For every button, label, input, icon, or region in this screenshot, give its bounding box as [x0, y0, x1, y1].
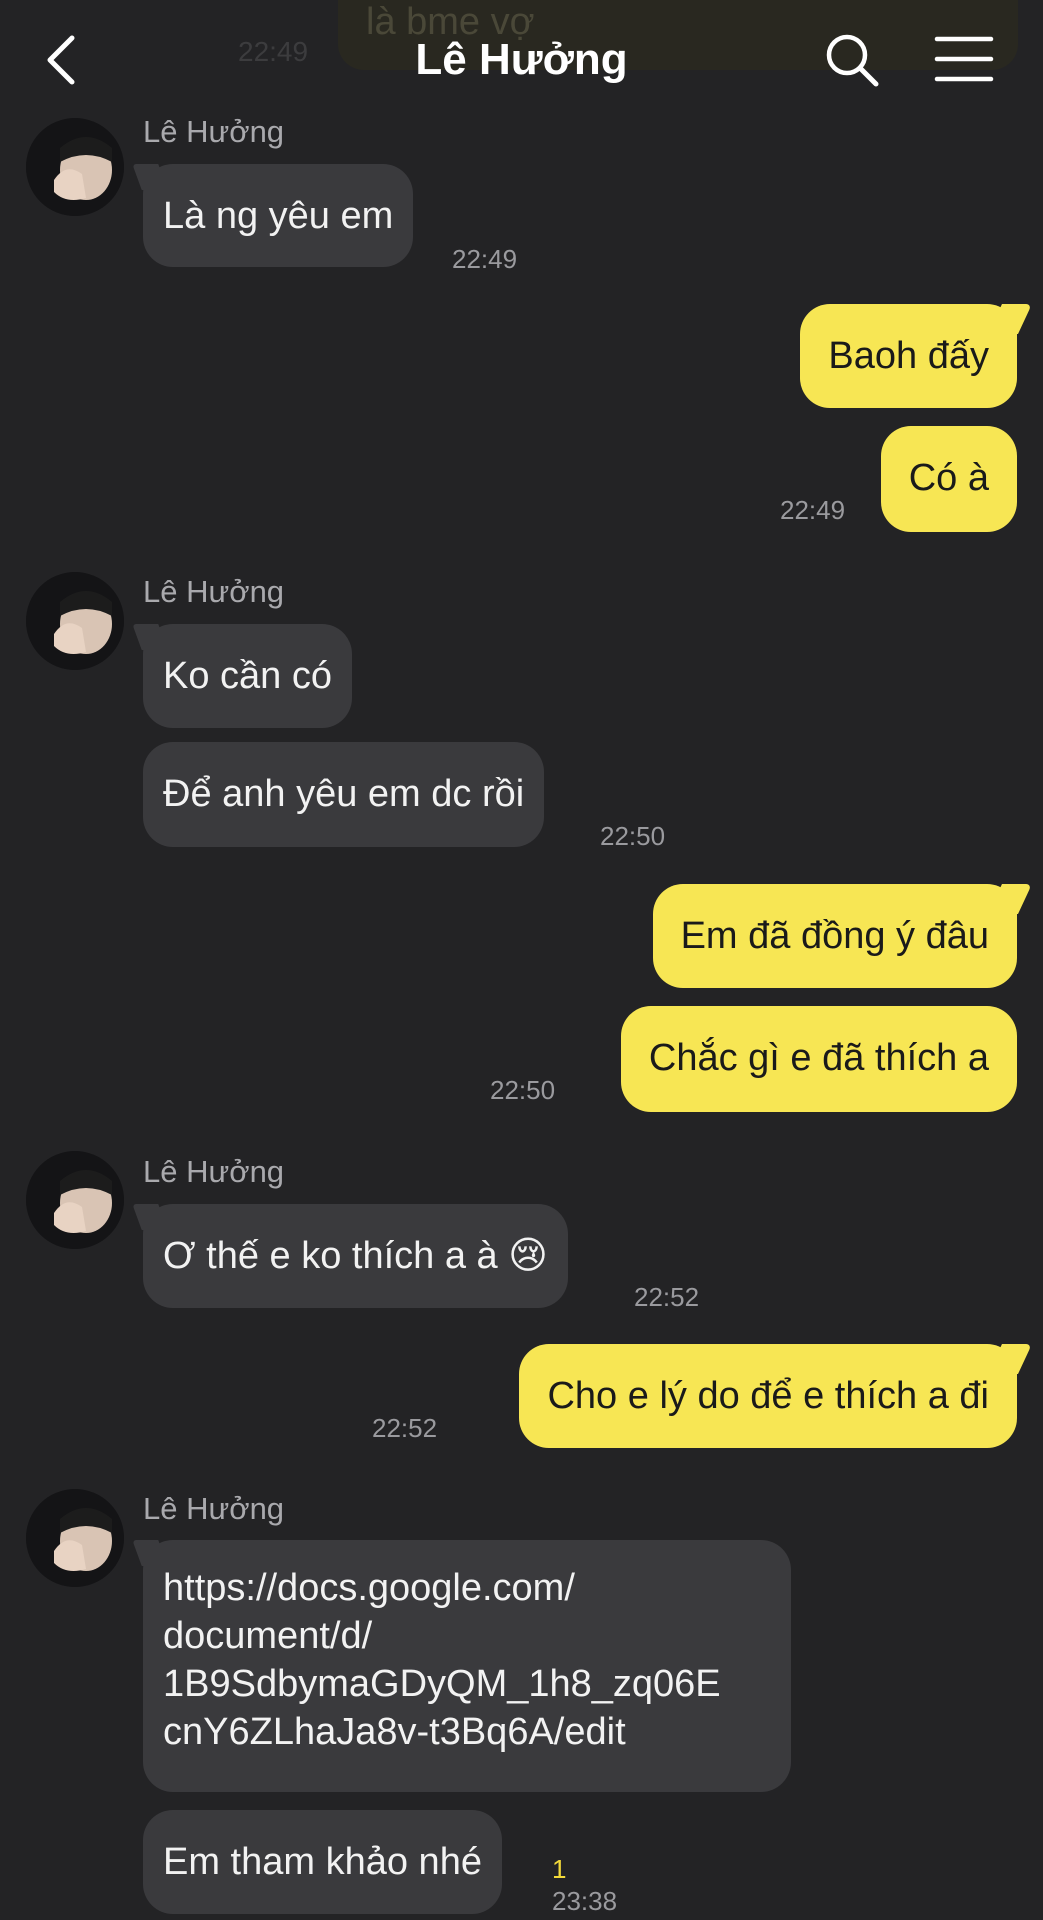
- message-time: 22:50: [600, 821, 666, 851]
- message-bubble[interactable]: Để anh yêu em dc rồi: [143, 742, 545, 847]
- search-button[interactable]: [824, 32, 880, 88]
- avatar[interactable]: [26, 118, 124, 216]
- link-line[interactable]: https://docs.google.com/: [163, 1564, 771, 1612]
- message-bubble[interactable]: Cho e lý do để e thích a đi: [519, 1344, 1017, 1448]
- avatar[interactable]: [26, 572, 124, 670]
- menu-button[interactable]: [934, 34, 994, 84]
- message-time: 22:52: [634, 1282, 700, 1312]
- link-line[interactable]: document/d/: [163, 1612, 771, 1660]
- unread-count: 1: [552, 1854, 567, 1884]
- message-time: 23:38: [552, 1886, 618, 1916]
- link-message-bubble[interactable]: https://docs.google.com/ document/d/ 1B9…: [143, 1540, 791, 1792]
- message-bubble[interactable]: Baoh đấy: [800, 304, 1017, 408]
- message-time: 22:50: [490, 1075, 556, 1105]
- message-time: 22:49: [780, 495, 846, 525]
- avatar[interactable]: [26, 1489, 124, 1587]
- chat-screen: là bme vợ 22:49 Lê Hưởng Lê Hưởng Là ng …: [0, 0, 1043, 1920]
- avatar-photo: [26, 1151, 124, 1249]
- message-bubble[interactable]: Có à: [880, 426, 1017, 532]
- message-bubble[interactable]: Em tham khảo nhé: [143, 1810, 502, 1914]
- message-bubble[interactable]: Ko cần có: [143, 624, 352, 728]
- avatar-photo: [26, 1489, 124, 1587]
- sender-name: Lê Hưởng: [143, 1154, 285, 1189]
- link-line[interactable]: 1B9SdbymaGDyQM_1h8_zq06E: [163, 1660, 771, 1708]
- sender-name: Lê Hưởng: [143, 1491, 285, 1526]
- avatar[interactable]: [26, 1151, 124, 1249]
- sender-name: Lê Hưởng: [143, 114, 285, 149]
- search-icon: [826, 34, 879, 87]
- message-bubble[interactable]: Ơ thế e ko thích a à 😢: [143, 1204, 568, 1308]
- sender-name: Lê Hưởng: [143, 574, 285, 609]
- message-bubble[interactable]: Em đã đồng ý đâu: [652, 884, 1017, 988]
- avatar-photo: [26, 572, 124, 670]
- message-bubble[interactable]: Là ng yêu em: [143, 164, 414, 267]
- chat-title: Lê Hưởng: [415, 35, 628, 84]
- avatar-photo: [26, 118, 124, 216]
- chat-header: Lê Hưởng: [0, 0, 1043, 118]
- message-bubble[interactable]: Chắc gì e đã thích a: [620, 1006, 1017, 1112]
- message-time: 22:52: [372, 1413, 438, 1443]
- message-time: 22:49: [452, 244, 518, 274]
- hamburger-menu-icon: [934, 36, 994, 82]
- link-line[interactable]: cnY6ZLhaJa8v-t3Bq6A/edit: [163, 1708, 771, 1756]
